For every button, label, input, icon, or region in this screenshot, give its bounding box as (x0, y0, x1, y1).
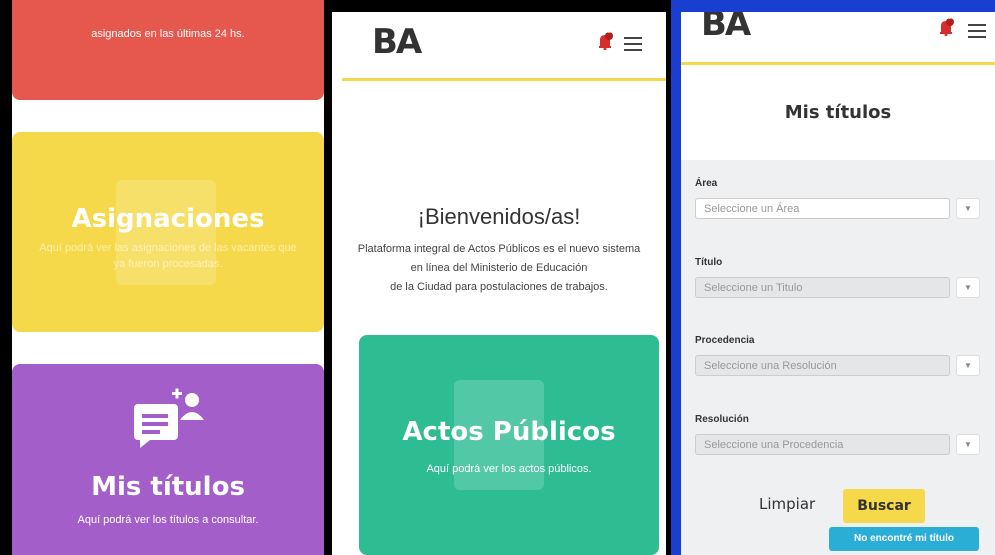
screen-content-2: BA 12 ¡Bienvenidos/as! Plataforma integr… (332, 12, 666, 555)
card-last-assignments[interactable]: asignados en las últimas 24 hs. (12, 0, 324, 100)
origin-label: Procedencia (695, 335, 755, 346)
card-my-titles-title: Mis títulos (91, 472, 245, 502)
title-label: Título (695, 257, 723, 268)
search-button[interactable]: Buscar (843, 489, 925, 523)
notification-count: 12 (604, 29, 611, 35)
not-found-title-button[interactable]: No encontré mi título (829, 527, 979, 551)
card-assignments[interactable]: Asignaciones Aquí podrá ver las asignaci… (12, 132, 324, 332)
menu-icon[interactable] (624, 37, 642, 51)
welcome-title: ¡Bienvenidos/as! (417, 204, 581, 229)
screen-panel-1: asignados en las últimas 24 hs. Asignaci… (0, 0, 330, 555)
title-select[interactable]: Seleccione un Titulo (695, 277, 950, 298)
origin-select[interactable]: Seleccione una Resolución (695, 355, 950, 376)
chevron-down-icon[interactable]: ▼ (956, 198, 980, 219)
chevron-down-icon[interactable]: ▼ (956, 434, 980, 455)
card-my-titles[interactable]: Mis títulos Aquí podrá ver los títulos a… (12, 364, 324, 555)
area-select[interactable]: Seleccione un Área (695, 198, 950, 219)
clear-button[interactable]: Limpiar (759, 495, 815, 513)
screen-panel-3: BA 12 Mis títulos Área Seleccione un Áre… (671, 0, 995, 555)
page-title: Mis títulos (784, 102, 892, 123)
chevron-down-icon[interactable]: ▼ (956, 355, 980, 376)
welcome-line: en línea del Ministerio de Educación (410, 262, 588, 274)
header-divider (342, 78, 666, 81)
card-assignments-title: Asignaciones (71, 204, 265, 234)
welcome-text: Plataforma integral de Actos Públicos es… (336, 240, 662, 297)
menu-icon[interactable] (968, 24, 986, 38)
card-public-acts-desc: Aquí podrá ver los actos públicos. (426, 463, 592, 475)
area-label: Área (695, 178, 718, 189)
notification-count: 12 (945, 15, 952, 21)
ba-logo[interactable]: BA (701, 12, 751, 44)
resolution-label: Resolución (695, 414, 749, 425)
resolution-select[interactable]: Seleccione una Procedencia (695, 434, 950, 455)
ba-logo[interactable]: BA (372, 22, 422, 62)
header-divider (681, 62, 995, 65)
welcome-line: de la Ciudad para postulaciones de traba… (390, 281, 608, 293)
welcome-line: Plataforma integral de Actos Públicos es… (357, 243, 641, 255)
card-assignments-desc: Aquí podrá ver las asignaciones de las v… (39, 242, 297, 270)
filter-form: Área Seleccione un Área ▼ Título Selecci… (681, 160, 995, 555)
card-last-assignments-desc: asignados en las últimas 24 hs. (91, 28, 245, 40)
screen-content-3: BA 12 Mis títulos Área Seleccione un Áre… (681, 12, 995, 555)
card-public-acts[interactable]: Actos Públicos Aquí podrá ver los actos … (359, 335, 659, 555)
screen-content-1: asignados en las últimas 24 hs. Asignaci… (12, 0, 324, 555)
card-my-titles-desc: Aquí podrá ver los títulos a consultar. (77, 514, 259, 526)
chat-add-user-icon (134, 388, 204, 448)
chevron-down-icon[interactable]: ▼ (956, 277, 980, 298)
screen-panel-2: BA 12 ¡Bienvenidos/as! Plataforma integr… (326, 0, 671, 555)
card-public-acts-title: Actos Públicos (402, 417, 616, 447)
